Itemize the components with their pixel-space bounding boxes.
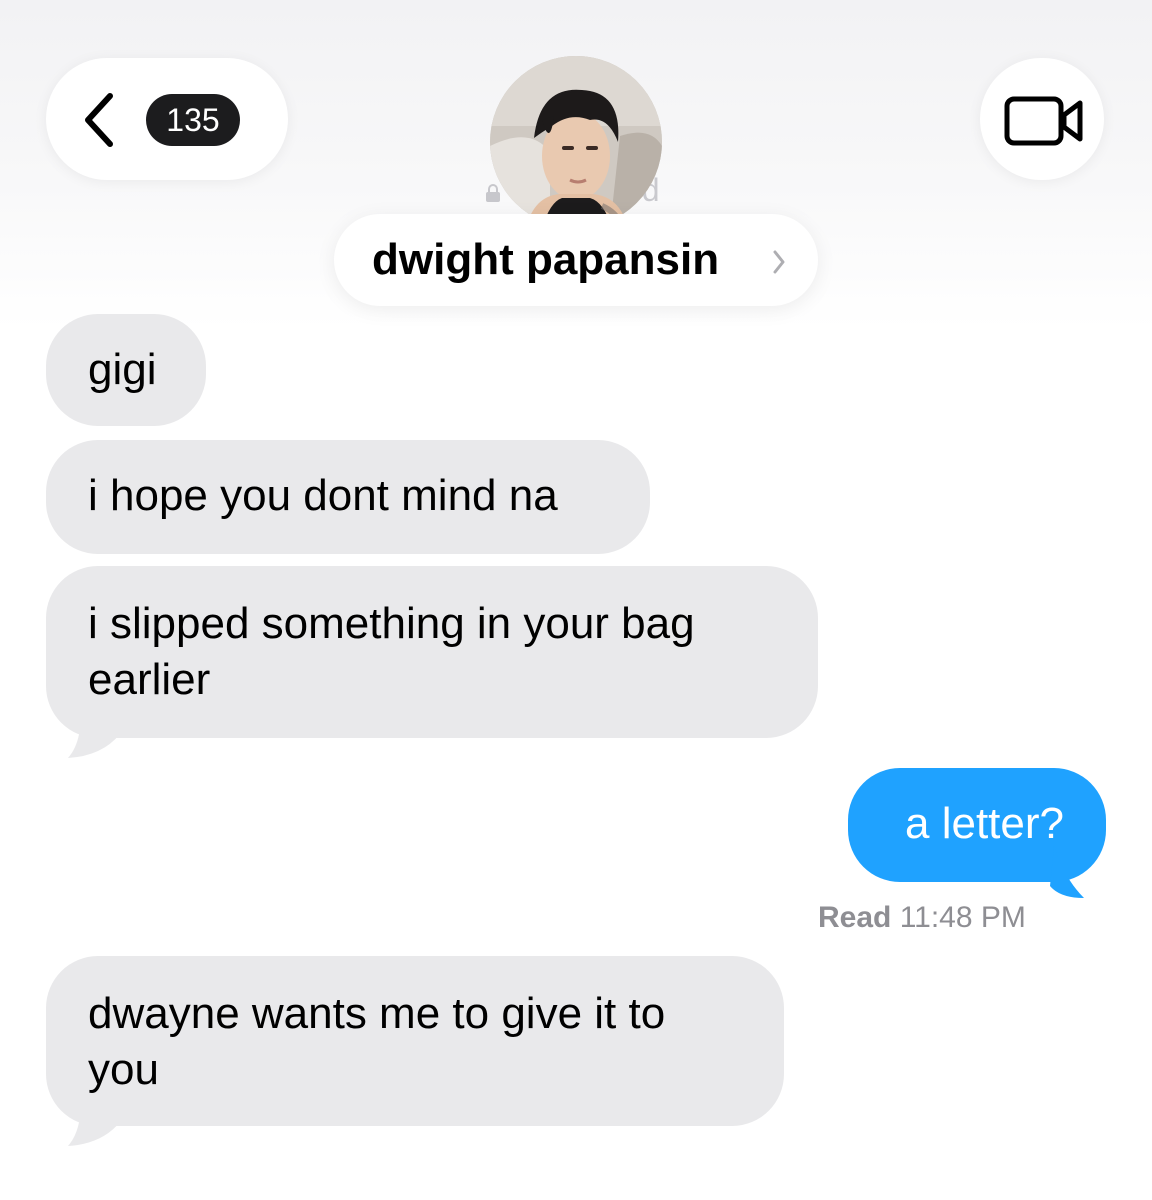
message-text-line: dwayne wants me to give it to <box>88 989 666 1038</box>
message-text-line: earlier <box>88 655 211 704</box>
read-receipt: Read 11:48 PM <box>818 896 1026 940</box>
chevron-right-icon[interactable] <box>772 248 786 276</box>
unread-count-badge[interactable]: 135 <box>146 94 240 146</box>
video-camera-icon[interactable] <box>1004 96 1084 146</box>
bubble-tail <box>68 1088 120 1146</box>
message-bubble-incoming[interactable]: gigi <box>46 314 206 426</box>
contact-avatar[interactable] <box>490 56 662 228</box>
read-time: 11:48 PM <box>899 901 1026 934</box>
message-text: gigi <box>88 345 157 394</box>
message-bubble-incoming[interactable]: i hope you dont mind na <box>46 440 650 554</box>
message-text: i hope you dont mind na <box>88 471 558 520</box>
read-label: Read <box>818 901 892 934</box>
message-bubble-incoming[interactable]: i slipped something in your bag earlier <box>46 566 818 738</box>
chevron-left-icon[interactable] <box>80 92 120 148</box>
bubble-tail <box>68 700 120 758</box>
message-text-line: i slipped something in your bag <box>88 599 695 648</box>
contact-name[interactable]: dwight papansin <box>372 232 719 288</box>
message-bubble-incoming[interactable]: dwayne wants me to give it to you <box>46 956 784 1126</box>
bubble-tail <box>1050 846 1084 898</box>
message-text: a letter? <box>905 799 1064 848</box>
lock-icon <box>486 184 500 202</box>
message-text-line: you <box>88 1045 159 1094</box>
